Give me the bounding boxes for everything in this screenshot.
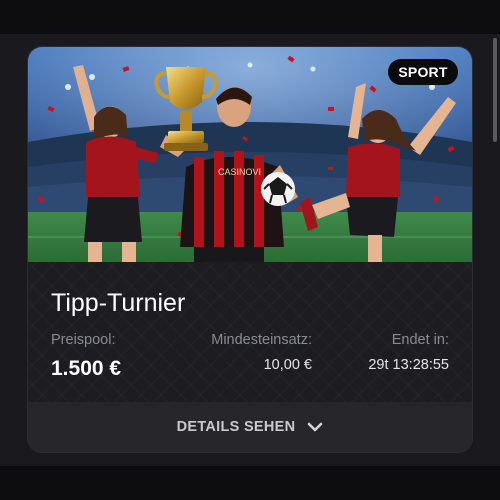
min-stake-label: Mindesteinsatz: bbox=[211, 332, 312, 348]
top-bar bbox=[0, 0, 500, 34]
ends-in-value: 29t 13:28:55 bbox=[368, 357, 449, 373]
details-button[interactable]: DETAILS SEHEN bbox=[28, 402, 472, 452]
jersey-text: CASINOVI bbox=[218, 167, 261, 177]
min-stake-value: 10,00 € bbox=[263, 357, 312, 373]
category-badge: SPORT bbox=[388, 59, 458, 85]
tournament-title: Tipp-Turnier bbox=[51, 289, 186, 317]
ends-in-label: Endet in: bbox=[391, 332, 449, 348]
hero-image: CASINOVI SPORT bbox=[28, 47, 472, 262]
bottom-bar bbox=[0, 466, 500, 500]
football-icon bbox=[261, 172, 295, 206]
chevron-down-icon bbox=[308, 422, 323, 432]
details-button-label: DETAILS SEHEN bbox=[176, 419, 296, 435]
scrollbar[interactable] bbox=[493, 38, 497, 142]
tournament-card[interactable]: CASINOVI SPORT Tipp-Turnier Preispool: M… bbox=[28, 47, 472, 452]
prize-pool-label: Preispool: bbox=[51, 332, 116, 348]
prize-pool-value: 1.500 € bbox=[51, 357, 122, 380]
